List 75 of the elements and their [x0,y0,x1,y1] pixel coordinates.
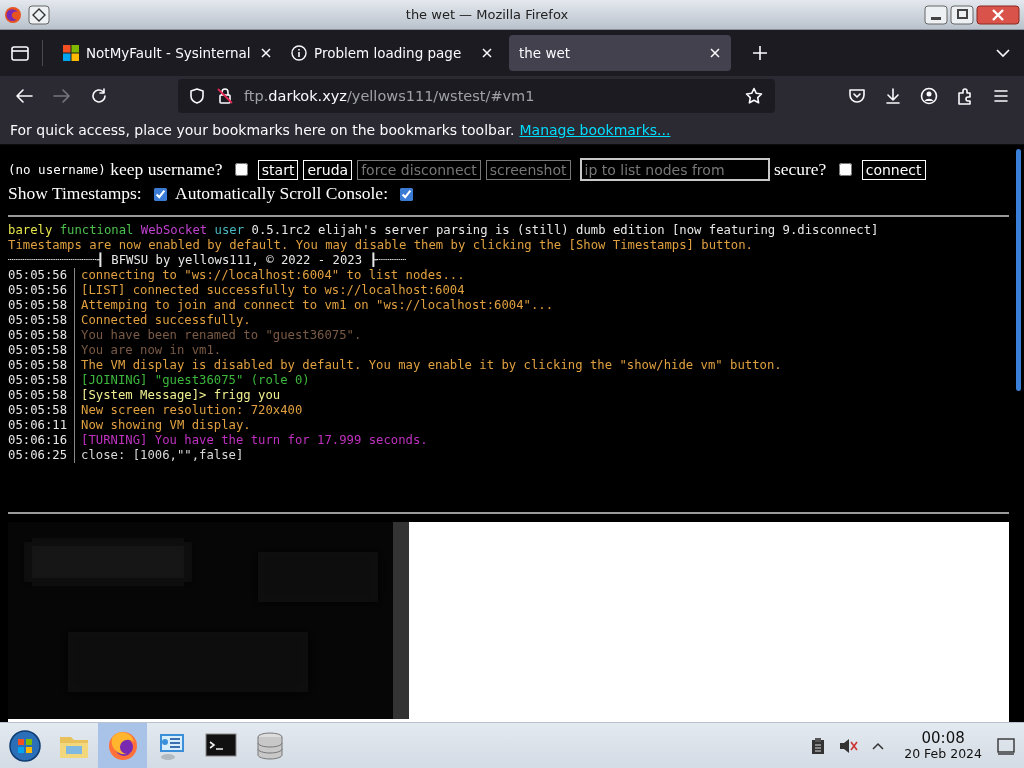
forward-arrow-icon[interactable] [52,87,72,105]
browser-tab[interactable]: the wet [509,35,731,71]
console-message: [JOINING] "guest36075" (role 0) [74,372,310,388]
start-orb-icon [8,729,41,762]
firefox-icon [4,5,22,24]
bookmark-star-icon[interactable] [745,87,763,105]
console-message: Connected successfully. [74,312,251,328]
console-message: You have been renamed to "guest36075". [74,327,362,343]
timestamp: 05:05:58 [8,402,67,418]
windows-logo-icon [63,45,79,61]
speaker-muted-icon[interactable] [838,736,859,755]
lock-insecure-icon [216,87,234,105]
username-note: (no username) [8,162,106,178]
option-label: Show Timestamps: [8,183,142,204]
banner-text: ┈┈┈┈┈┈┈┈┈┈┈┈┨ BFWSU by yellows111, © 2022 - 2023 ┠┈┈┈┈ [8,252,407,267]
reload-icon[interactable] [90,87,108,105]
maximize-icon[interactable] [950,4,974,25]
console-message: The VM display is disabled by default. You may enable it by clicking the "show/hide vm" button. [74,357,782,373]
new-tab-icon[interactable] [751,44,769,62]
checkbox[interactable] [838,163,852,177]
timestamp: 05:05:58 [8,372,67,388]
option-label: secure? [773,159,827,180]
extensions-icon[interactable] [956,87,974,105]
console-line: barely functional WebSocket user 0.5.1rc2 elijah's server parsing is (still) dumb edition [now featuring 9.disconnect] [8,222,880,238]
timestamp: 05:05:58 [8,297,67,313]
browser-tab[interactable]: NotMyFault - Sysinternal [53,35,275,71]
console-message: You are now in vm1. [74,342,222,358]
console-message: Now showing VM display. [74,417,251,433]
console-message: close: [1006,"",false] [74,447,244,463]
console-message: [LIST] connected successfully to ws://localhost:6004 [74,282,465,298]
manage-bookmarks-link[interactable]: Manage bookmarks... [519,122,671,138]
menu-icon[interactable] [992,87,1010,105]
timestamp: 05:05:56 [8,267,67,283]
option-label: keep username? [110,159,223,180]
action-button[interactable]: eruda [303,160,353,180]
clock[interactable]: 00:08 20 Feb 2024 [904,730,982,761]
timestamp: 05:06:16 [8,432,67,448]
show-desktop-icon[interactable] [996,735,1016,756]
tab-list-icon[interactable] [10,44,30,62]
url-text: ftp.darkok.xyz/yellows111/wstest/#vm1 [244,88,536,104]
download-icon[interactable] [884,87,902,105]
timestamp: 05:05:58 [8,357,67,373]
scrollbar-thumb[interactable] [1016,149,1021,391]
timestamp: 05:05:56 [8,282,67,298]
info-icon [291,45,307,61]
pocket-icon[interactable] [848,87,866,105]
console-message: Attemping to join and connect to vm1 on "ws://localhost:6004"... [74,297,554,313]
back-arrow-icon[interactable] [14,87,34,105]
console-message: [System Message]> frigg you [74,387,281,403]
account-icon[interactable] [920,87,938,105]
console-message: connecting to "ws://localhost:6004" to list nodes... [74,267,465,283]
browser-tab[interactable]: Problem loading page [281,35,503,71]
timestamp: 05:05:58 [8,342,67,358]
clipboard-icon[interactable] [810,736,827,755]
console-notice: Timestamps are now enabled by default. You may disable them by clicking the [Show Timestamps] button. [8,237,754,252]
bookmarks-hint: For quick access, place your bookmarks here on the bookmarks toolbar. [10,122,515,138]
action-button[interactable]: connect [861,160,926,180]
action-button[interactable]: start [257,160,299,180]
checkbox[interactable] [154,187,168,201]
ip-field[interactable]: ip to list nodes from [579,158,770,182]
shield-icon [188,87,206,105]
checkbox[interactable] [400,187,414,201]
console-message: [TURNING] You have the turn for 17.999 seconds. [74,432,428,448]
checkbox[interactable] [234,163,248,177]
address-bar[interactable]: ftp.darkok.xyz/yellows111/wstest/#vm1 [178,79,775,113]
timestamp: 05:05:58 [8,327,67,343]
firefox-icon [106,729,139,762]
timestamp: 05:05:58 [8,312,67,328]
timestamp: 05:06:11 [8,417,67,433]
timestamp: 05:06:25 [8,447,67,463]
console-message: New screen resolution: 720x400 [74,402,303,418]
window-title: the wet — Mozilla Firefox [404,7,570,22]
minimize-icon[interactable] [924,4,948,25]
option-label: Automatically Scroll Console: [175,183,388,204]
timestamp: 05:05:58 [8,387,67,403]
